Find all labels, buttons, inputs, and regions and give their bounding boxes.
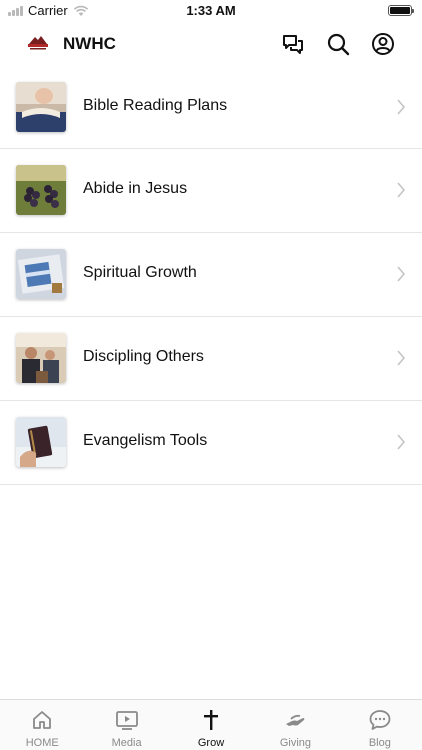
list-item-label: Evangelism Tools: [83, 432, 208, 449]
chat-icon[interactable]: [280, 31, 306, 57]
search-icon[interactable]: [325, 31, 351, 57]
list-item-label: Discipling Others: [83, 348, 204, 365]
list-item[interactable]: Spiritual Growth: [0, 233, 422, 317]
list-item-label: Spiritual Growth: [83, 264, 197, 281]
tab-label: Blog: [368, 737, 391, 749]
list-item[interactable]: Abide in Jesus: [0, 149, 422, 233]
chevron-right-icon: [397, 350, 406, 366]
home-icon: [33, 711, 52, 729]
list-item[interactable]: Discipling Others: [0, 317, 422, 401]
tab-label: Giving: [279, 737, 312, 749]
giving-hand-icon: [286, 714, 305, 726]
tab-blog[interactable]: Blog: [338, 700, 422, 750]
tab-label: HOME: [25, 737, 59, 749]
battery-icon: [388, 5, 414, 16]
clock: 1:33 AM: [186, 3, 236, 18]
play-icon: [115, 711, 138, 730]
status-bar: Carrier 1:33 AM: [0, 0, 422, 22]
hand-holding-bible-thumbnail: [16, 417, 66, 467]
tab-media[interactable]: Media: [84, 700, 168, 750]
chevron-right-icon: [397, 99, 406, 115]
people-talking-thumbnail: [16, 333, 66, 383]
tab-home[interactable]: HOME: [0, 700, 84, 750]
list-item[interactable]: Evangelism Tools: [0, 401, 422, 485]
bible-pages-thumbnail: [16, 249, 66, 299]
account-icon[interactable]: [370, 31, 396, 57]
list-item-label: Abide in Jesus: [83, 180, 188, 197]
grapes-thumbnail: [16, 165, 66, 215]
grow-list: Bible Reading Plans Abide in Jesus Spiri…: [0, 66, 422, 485]
list-item-label: Bible Reading Plans: [83, 97, 228, 114]
chevron-right-icon: [397, 434, 406, 450]
app-header: NWHC: [0, 22, 422, 66]
tab-label: Media: [111, 737, 142, 749]
list-item[interactable]: Bible Reading Plans: [0, 66, 422, 149]
tab-label: Grow: [197, 737, 225, 749]
app-title: NWHC: [63, 34, 116, 53]
tab-grow[interactable]: Grow: [169, 700, 253, 750]
tab-giving[interactable]: Giving: [253, 700, 337, 750]
chevron-right-icon: [397, 266, 406, 282]
chevron-right-icon: [397, 182, 406, 198]
tab-bar: HOME Media Grow Giving Blog: [0, 699, 422, 750]
speech-bubble-icon: [369, 710, 391, 730]
church-logo-icon: [28, 36, 48, 50]
cross-icon: [204, 710, 219, 730]
open-bible-thumbnail: [16, 82, 66, 132]
